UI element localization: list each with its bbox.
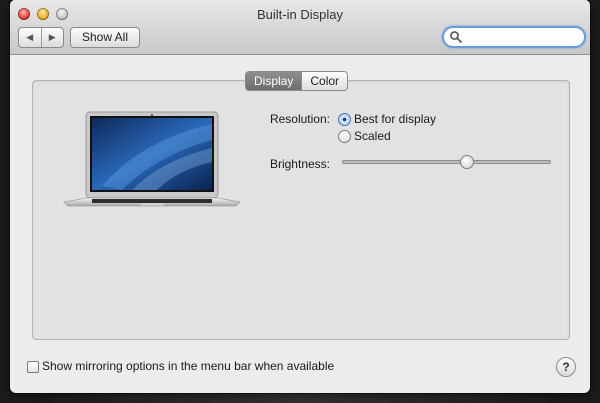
search-input[interactable]	[464, 29, 576, 43]
mirroring-checkbox-label[interactable]: Show mirroring options in the menu bar w…	[42, 359, 334, 373]
mirroring-checkbox[interactable]	[27, 361, 39, 373]
back-forward-control: ◀ ▶	[18, 27, 64, 48]
forward-icon[interactable]: ▶	[40, 28, 64, 47]
resolution-best-radio[interactable]	[338, 113, 351, 126]
tab-bar: Display Color	[245, 71, 349, 91]
window-title: Built-in Display	[257, 7, 343, 22]
laptop-image	[63, 111, 241, 207]
window-toolbar: Built-in Display ◀ ▶ Show All	[10, 0, 590, 55]
back-icon[interactable]: ◀	[19, 28, 41, 47]
brightness-label: Brightness:	[269, 157, 330, 171]
brightness-slider[interactable]	[342, 155, 551, 169]
show-all-button[interactable]: Show All	[70, 27, 140, 48]
resolution-label: Resolution:	[269, 112, 330, 126]
resolution-scaled-label[interactable]: Scaled	[354, 129, 391, 143]
resolution-best-label[interactable]: Best for display	[354, 112, 436, 126]
help-icon[interactable]: ?	[556, 357, 576, 377]
tab-color[interactable]: Color	[301, 72, 347, 90]
tab-display[interactable]: Display	[246, 72, 302, 90]
resolution-scaled-radio[interactable]	[338, 130, 351, 143]
search-icon	[450, 31, 462, 43]
preferences-window: Built-in Display ◀ ▶ Show All Display Co…	[10, 0, 590, 393]
search-field[interactable]	[442, 26, 586, 48]
